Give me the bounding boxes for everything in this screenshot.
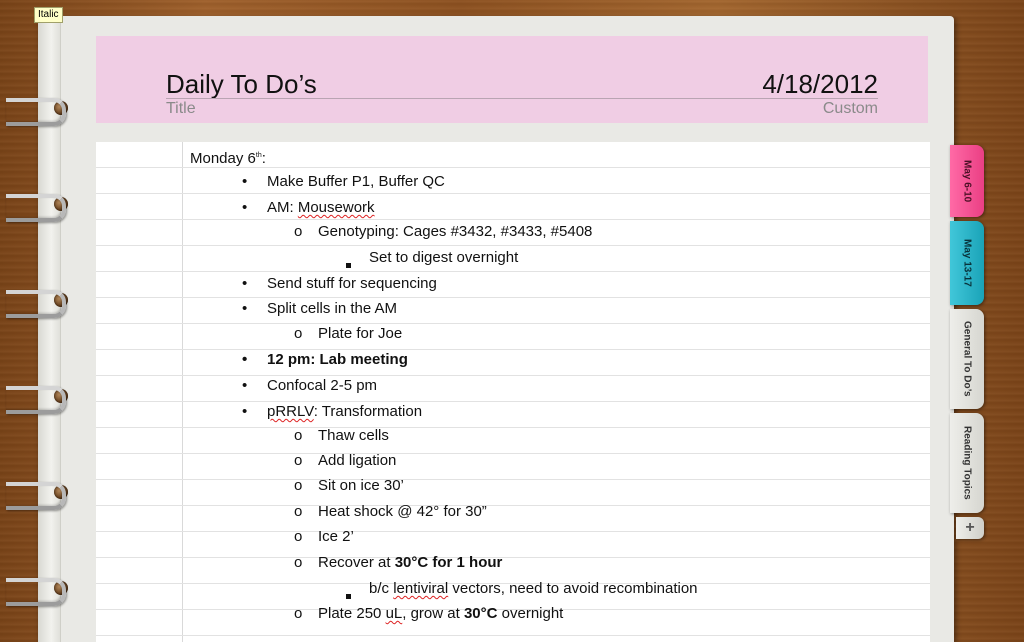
bullet-circle: o <box>294 528 302 546</box>
binder-ring <box>6 93 72 123</box>
spellcheck-word: lentiviral <box>393 580 448 597</box>
item-text: Heat shock @ 42° for 30” <box>318 503 487 521</box>
item-text: Plate 250 uL, grow at 30°C overnight <box>318 605 563 623</box>
bullet-circle: o <box>294 427 302 445</box>
ring-wire <box>6 290 66 318</box>
tab-may-13-17[interactable]: May 13-17 <box>950 221 984 305</box>
bullet-dot: • <box>242 275 247 293</box>
ruled-line <box>96 532 930 558</box>
item-text-part: b/c <box>369 580 393 597</box>
item-text: Recover at 30°C for 1 hour <box>318 554 502 572</box>
spellcheck-word: Mousework <box>298 199 375 216</box>
binder-ring <box>6 477 72 507</box>
date-field[interactable]: 4/18/2012 <box>762 69 878 100</box>
item-text: AM: Mousework <box>267 199 375 217</box>
item-text-part: Plate 250 <box>318 605 386 622</box>
item-text: Thaw cells <box>318 427 389 445</box>
binder-ring <box>6 189 72 219</box>
ruled-line <box>96 272 930 298</box>
day-heading-colon: : <box>262 150 266 167</box>
day-heading: Monday 6th: <box>190 147 266 168</box>
binder-ring <box>6 285 72 315</box>
item-text-part: vectors, need to avoid recombination <box>448 580 697 597</box>
tab-general-to-dos[interactable]: General To Do’s <box>950 309 984 409</box>
bullet-circle: o <box>294 452 302 470</box>
bullet-dot: • <box>242 300 247 318</box>
ruled-line <box>96 506 930 532</box>
item-text-bold: 30°C for 1 hour <box>395 554 503 571</box>
bullet-circle: o <box>294 223 302 241</box>
item-text: pRRLV: Transformation <box>267 403 422 421</box>
item-text-part: overnight <box>497 605 563 622</box>
ruled-line <box>96 428 930 454</box>
ruled-line <box>96 194 930 220</box>
bullet-circle: o <box>294 477 302 495</box>
item-text: Split cells in the AM <box>267 300 397 318</box>
ruled-line <box>96 402 930 428</box>
bullet-dot: • <box>242 377 247 395</box>
binder-ring <box>6 381 72 411</box>
item-text-part: Recover at <box>318 554 395 571</box>
item-text: Genotyping: Cages #3432, #3433, #5408 <box>318 223 592 241</box>
add-tab-button[interactable]: + <box>956 517 984 539</box>
ruled-line <box>96 324 930 350</box>
item-text: Add ligation <box>318 452 396 470</box>
spellcheck-word: pRRLV <box>267 403 314 420</box>
ring-wire <box>6 98 66 126</box>
item-text-part: : Transformation <box>314 403 422 420</box>
day-heading-text: Monday 6 <box>190 150 256 167</box>
ring-wire <box>6 386 66 414</box>
page-header: Daily To Do’s 4/18/2012 Title Custom <box>96 36 928 123</box>
ruled-line <box>96 298 930 324</box>
item-text: Set to digest overnight <box>369 249 518 267</box>
ring-wire <box>6 578 66 606</box>
bullet-circle: o <box>294 325 302 343</box>
item-text-part: , grow at <box>402 605 464 622</box>
spellcheck-word: uL <box>386 605 403 622</box>
bullet-circle: o <box>294 554 302 572</box>
bullet-dot: • <box>242 403 247 421</box>
item-text: b/c lentiviral vectors, need to avoid re… <box>369 580 698 598</box>
ruled-line <box>96 454 930 480</box>
tab-may-6-10[interactable]: May 6-10 <box>950 145 984 217</box>
ruled-line <box>96 480 930 506</box>
title-label: Title <box>166 100 196 118</box>
item-text: Confocal 2-5 pm <box>267 377 377 395</box>
item-text-part: AM: <box>267 199 298 216</box>
bullet-square-icon <box>346 586 351 604</box>
ruled-line <box>96 350 930 376</box>
bullet-dot: • <box>242 173 247 191</box>
item-text: Plate for Joe <box>318 325 402 343</box>
bullet-circle: o <box>294 503 302 521</box>
item-text-bold: 30°C <box>464 605 498 622</box>
bullet-dot: • <box>242 199 247 217</box>
binder-ring <box>6 573 72 603</box>
ring-wire <box>6 194 66 222</box>
title-field[interactable]: Daily To Do’s <box>166 69 317 100</box>
item-text: Ice 2’ <box>318 528 354 546</box>
tab-reading-topics[interactable]: Reading Topics <box>950 413 984 513</box>
ruled-line <box>96 376 930 402</box>
tooltip: Italic <box>34 7 63 23</box>
item-text: Make Buffer P1, Buffer QC <box>267 173 445 191</box>
item-text: Send stuff for sequencing <box>267 275 437 293</box>
item-text: 12 pm: Lab meeting <box>267 351 408 369</box>
section-tabs: May 6-10 May 13-17 General To Do’s Readi… <box>950 145 986 545</box>
item-text: Sit on ice 30’ <box>318 477 404 495</box>
date-label: Custom <box>823 100 878 118</box>
ring-wire <box>6 482 66 510</box>
bullet-dot: • <box>242 351 247 369</box>
notes-page[interactable]: Monday 6th: • Make Buffer P1, Buffer QC … <box>96 142 930 642</box>
bullet-square-icon <box>346 255 351 273</box>
header-rule <box>166 98 878 99</box>
ruled-line <box>96 168 930 194</box>
bullet-circle: o <box>294 605 302 623</box>
